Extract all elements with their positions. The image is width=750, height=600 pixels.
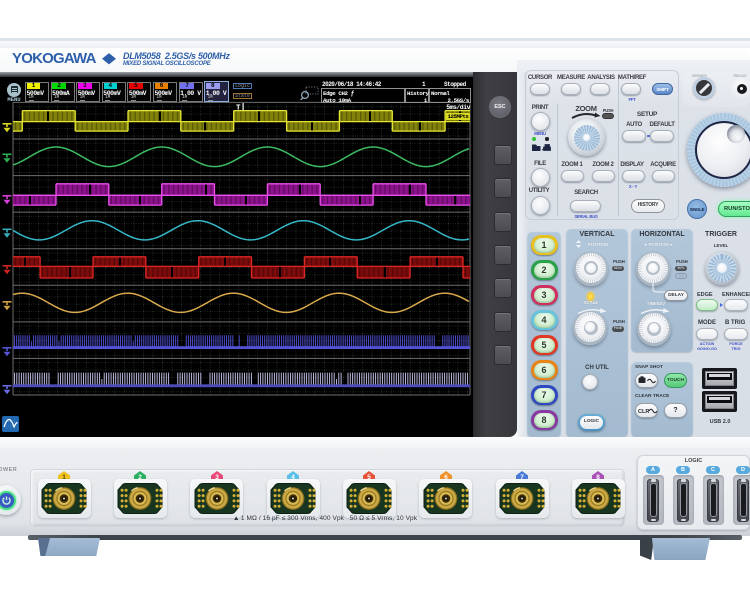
- svg-text:CLR: CLR: [638, 409, 649, 415]
- svg-text:T: T: [236, 105, 241, 113]
